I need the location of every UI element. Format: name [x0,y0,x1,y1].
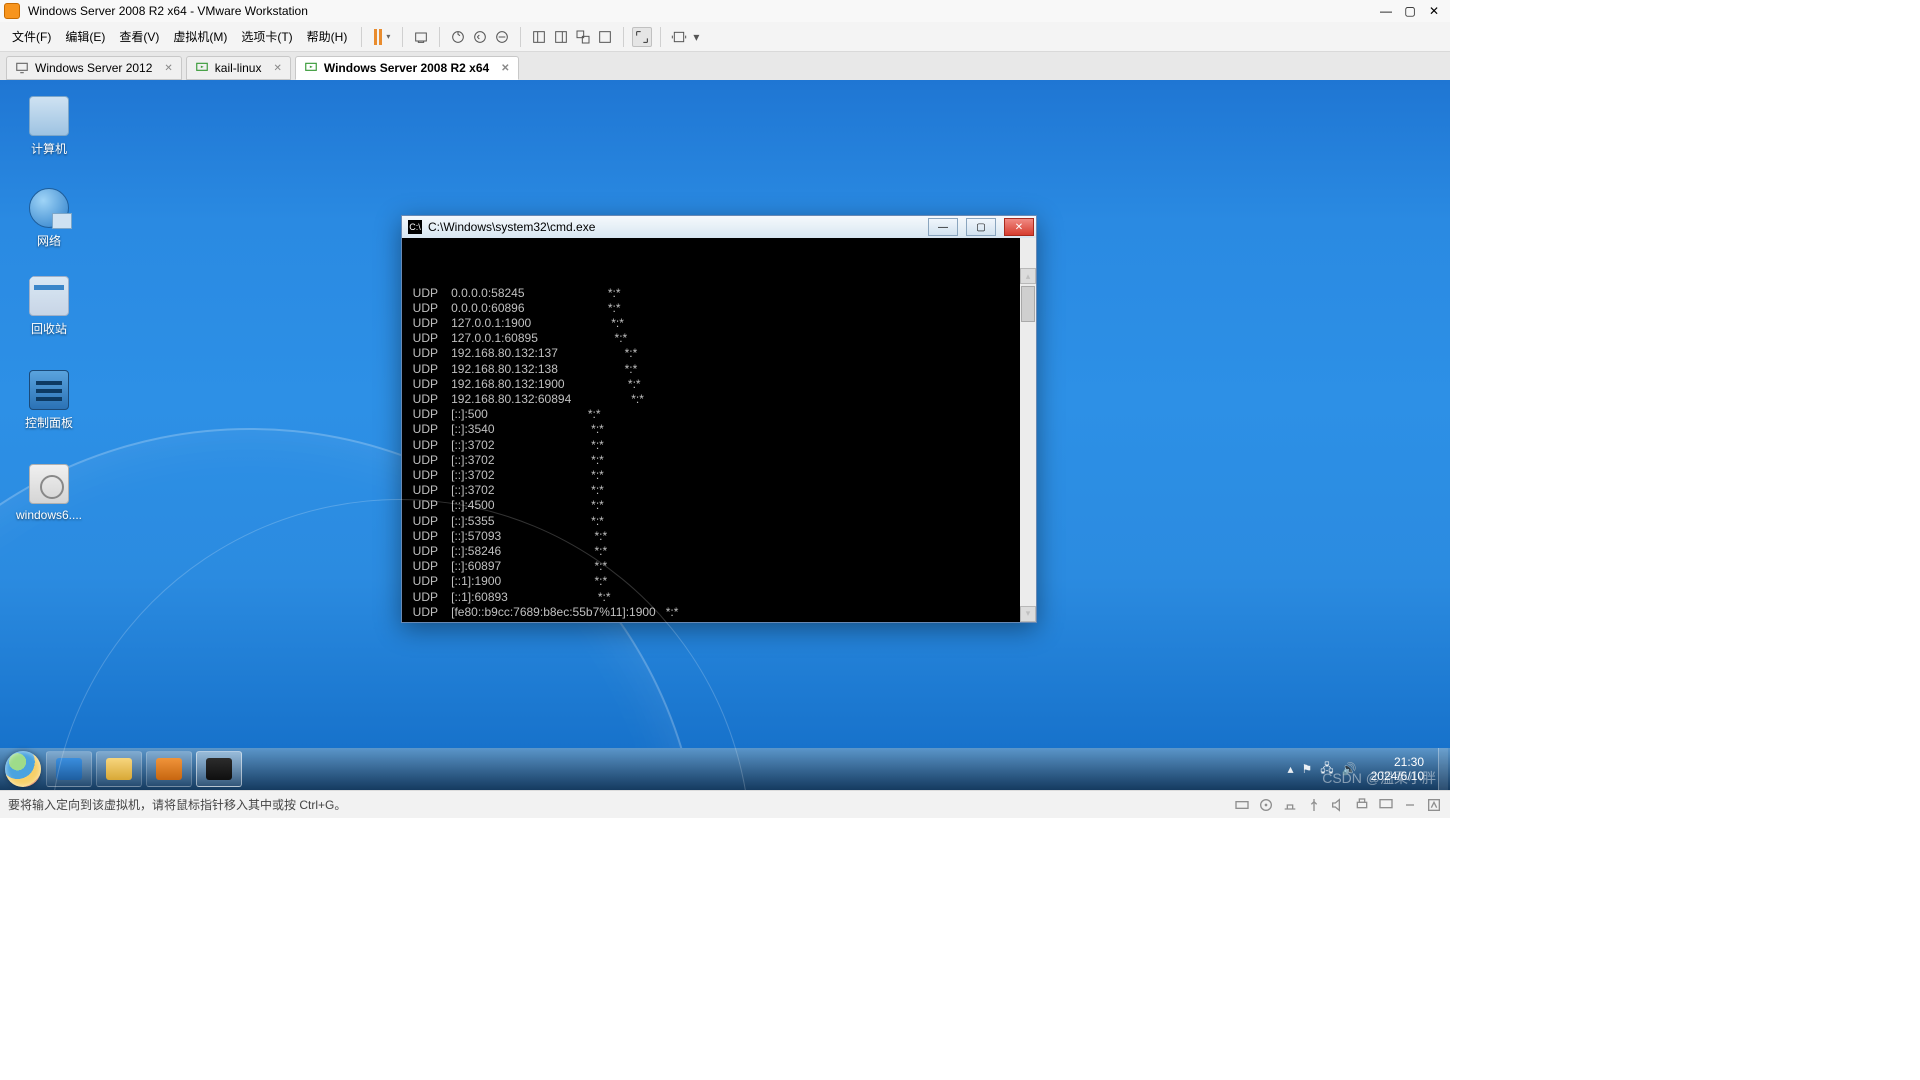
device-net-icon[interactable] [1282,797,1298,813]
vm-tab-label: Windows Server 2008 R2 x64 [324,61,489,75]
maximize-button[interactable]: ▢ [1398,2,1422,20]
cmd-title-text: C:\Windows\system32\cmd.exe [428,220,595,234]
snapshot-revert-icon[interactable] [470,27,490,47]
menu-help[interactable]: 帮助(H) [301,26,354,47]
explorer-icon [106,758,132,780]
clock-time: 21:30 [1371,755,1424,769]
cmd-output[interactable]: ▴ ▾ UDP 0.0.0.0:58245 *:* UDP 0.0.0.0:60… [402,238,1036,622]
menu-tabs[interactable]: 选项卡(T) [235,26,298,47]
device-usb-icon[interactable] [1306,797,1322,813]
desktop-icon-windows6-package[interactable]: windows6.... [14,464,84,522]
menu-vm[interactable]: 虚拟机(M) [167,26,233,47]
cmd-window[interactable]: C:\ C:\Windows\system32\cmd.exe — ▢ ✕ ▴ … [401,215,1037,623]
vmware-menubar: 文件(F) 编辑(E) 查看(V) 虚拟机(M) 选项卡(T) 帮助(H) ▾ … [0,22,1450,52]
vm-tab-label: kail-linux [215,61,262,75]
view-console-icon[interactable] [595,27,615,47]
vm-tab-label: Windows Server 2012 [35,61,152,75]
taskbar-ie-icon[interactable] [46,751,92,787]
vm-tab-1[interactable]: Windows Server 2012 ✕ [6,56,182,80]
wmp-icon [156,758,182,780]
monitor-play-icon [304,61,318,75]
snapshot-manage-icon[interactable] [492,27,512,47]
guest-taskbar: ▴ ⚑ 🖧 🔊 21:30 2024/6/10 [0,748,1450,790]
clock-date: 2024/6/10 [1371,769,1424,783]
close-button[interactable]: ✕ [1422,2,1446,20]
my-computer-icon [29,96,69,136]
taskbar-wmp-icon[interactable] [146,751,192,787]
scroll-down-arrow[interactable]: ▾ [1020,606,1036,622]
view-split-icon[interactable] [551,27,571,47]
cmd-titlebar[interactable]: C:\ C:\Windows\system32\cmd.exe — ▢ ✕ [402,216,1036,238]
desktop-icon-recycle-bin[interactable]: 回收站 [14,276,84,337]
clock[interactable]: 21:30 2024/6/10 [1365,755,1430,783]
taskbar-cmd-icon[interactable] [196,751,242,787]
cmd-maximize-button[interactable]: ▢ [966,218,996,236]
start-orb-icon [5,751,41,787]
menu-edit[interactable]: 编辑(E) [59,26,111,47]
device-sound-icon[interactable] [1330,797,1346,813]
device-menu-icon[interactable] [1426,797,1442,813]
vmware-title: Windows Server 2008 R2 x64 - VMware Work… [28,4,308,18]
vm-tabstrip: Windows Server 2012 ✕ kail-linux ✕ Windo… [0,52,1450,80]
control-panel-icon [29,370,69,410]
tray-network-icon[interactable]: 🖧 [1320,759,1333,780]
desktop-icon-label: 网络 [14,232,84,249]
cmd-icon [206,758,232,780]
desktop-icon-label: 回收站 [14,320,84,337]
device-cd-icon[interactable] [1258,797,1274,813]
view-unity-icon[interactable] [573,27,593,47]
pause-vm-button[interactable]: ▾ [370,27,394,47]
cmd-scrollbar[interactable]: ▴ ▾ [1020,238,1036,622]
ie-icon [56,758,82,780]
guest-desktop[interactable]: windows6.... 控制面板 回收站 网络 计算机 C:\ C:\Windows\… [0,80,1450,790]
desktop-icon-label: windows6.... [14,508,84,522]
desktop-icon-label: 计算机 [14,140,84,157]
system-tray: ▴ ⚑ 🖧 🔊 21:30 2024/6/10 [1287,748,1450,790]
send-cad-icon[interactable] [411,27,431,47]
network-icon [29,188,69,228]
cmd-close-button[interactable]: ✕ [1004,218,1034,236]
cmd-icon: C:\ [408,220,422,234]
menu-view[interactable]: 查看(V) [113,26,165,47]
scroll-up-arrow[interactable]: ▴ [1020,268,1036,284]
recycle-bin-icon [29,276,69,316]
desktop-icon-network[interactable]: 网络 [14,188,84,249]
taskbar-explorer-icon[interactable] [96,751,142,787]
vmware-icon [4,3,20,19]
snapshot-take-icon[interactable] [448,27,468,47]
vmware-titlebar: Windows Server 2008 R2 x64 - VMware Work… [0,0,1450,22]
desktop-icon-label: 控制面板 [14,414,84,431]
vmware-statusbar: 要将输入定向到该虚拟机，请将鼠标指针移入其中或按 Ctrl+G。 [0,790,1450,818]
tray-volume-icon[interactable]: 🔊 [1342,762,1357,776]
status-text: 要将输入定向到该虚拟机，请将鼠标指针移入其中或按 Ctrl+G。 [8,796,346,813]
device-printer-icon[interactable] [1354,797,1370,813]
device-chevron-icon[interactable] [1402,797,1418,813]
minimize-button[interactable]: — [1374,2,1398,20]
vm-tab-2[interactable]: kail-linux ✕ [186,56,291,80]
monitor-icon [15,61,29,75]
scroll-thumb[interactable] [1021,286,1035,322]
view-single-icon[interactable] [529,27,549,47]
cmd-minimize-button[interactable]: — [928,218,958,236]
windows6-package-icon [29,464,69,504]
show-desktop-button[interactable] [1438,748,1448,790]
tab-close-icon[interactable]: ✕ [273,63,281,74]
monitor-play-icon [195,61,209,75]
stretch-icon[interactable] [669,27,689,47]
menu-file[interactable]: 文件(F) [6,26,57,47]
tray-flag-icon[interactable]: ⚑ [1302,762,1313,776]
desktop-icon-my-computer[interactable]: 计算机 [14,96,84,157]
stretch-menu-arrow[interactable]: ▾ [691,27,701,47]
fullscreen-icon[interactable] [632,27,652,47]
desktop-icon-control-panel[interactable]: 控制面板 [14,370,84,431]
tab-close-icon[interactable]: ✕ [501,63,509,74]
tab-close-icon[interactable]: ✕ [164,63,172,74]
start-button[interactable] [2,748,44,790]
tray-arrow-icon[interactable]: ▴ [1287,762,1293,776]
device-display-icon[interactable] [1378,797,1394,813]
vm-tab-3[interactable]: Windows Server 2008 R2 x64 ✕ [295,56,519,80]
device-hdd-icon[interactable] [1234,797,1250,813]
